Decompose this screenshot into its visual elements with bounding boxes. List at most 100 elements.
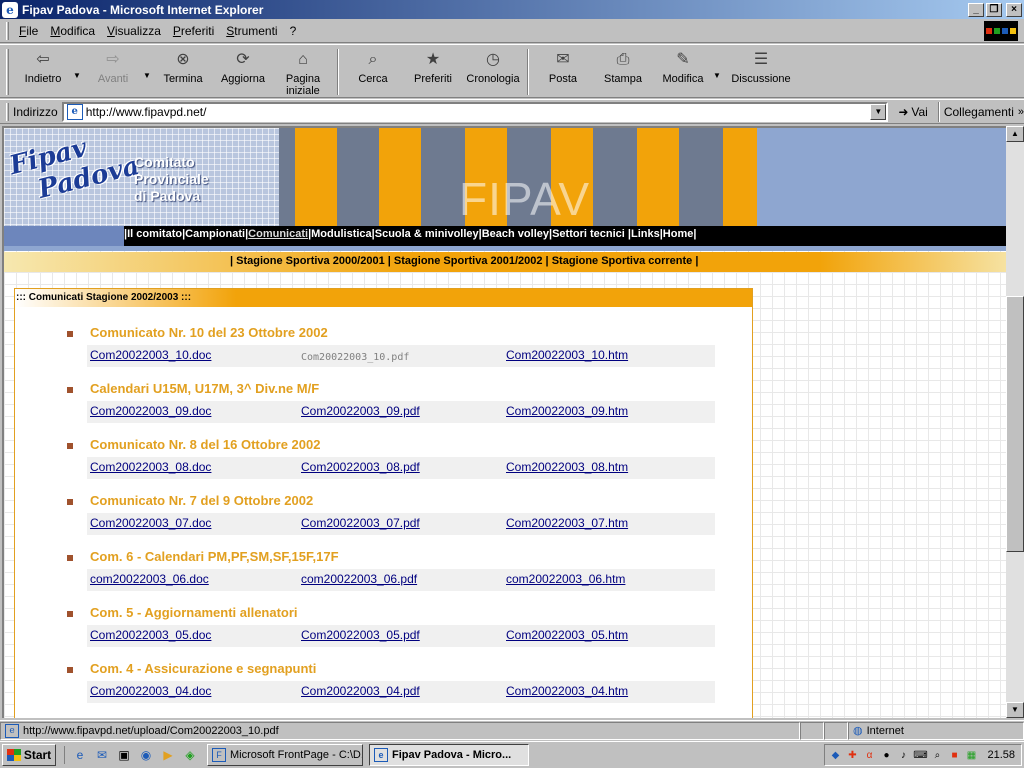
nav-scuola-minivolley[interactable]: Scuola & minivolley [375,228,479,240]
edit-button[interactable]: ✎ Modifica [653,45,713,86]
doc-link[interactable]: Com20022003_07.doc [90,516,211,530]
window-title-bar[interactable]: e Fipav Padova - Microsoft Internet Expl… [0,0,1024,19]
mail-button[interactable]: ✉ Posta [533,45,593,86]
back-button[interactable]: ⇦ Indietro [13,45,73,86]
menu-help[interactable]: ? [284,24,303,38]
scroll-thumb[interactable] [1006,296,1024,552]
channels-quicklaunch-icon[interactable]: ◉ [137,746,155,764]
doc-link[interactable]: Com20022003_08.doc [90,460,211,474]
pdf-link[interactable]: Com20022003_10.pdf [301,352,409,363]
stop-icon: ⊗ [176,51,190,68]
menu-view[interactable]: Visualizza [101,24,167,38]
task-fipav-padova[interactable]: e Fipav Padova - Micro... [369,744,529,766]
menu-file[interactable]: File [13,24,44,38]
address-dropdown[interactable]: ▼ [870,103,887,120]
clock[interactable]: 21.58 [987,749,1015,761]
refresh-button[interactable]: ⟳ Aggiorna [213,45,273,86]
nav-home[interactable]: Home [663,228,694,240]
tray-app-icon[interactable]: α [862,748,876,762]
speaker-icon[interactable]: ♪ [896,748,910,762]
edit-dropdown[interactable]: ▼ [713,45,723,80]
stop-button[interactable]: ⊗ Termina [153,45,213,86]
magnifier-icon[interactable]: ⌕ [930,748,944,762]
scroll-up-button[interactable]: ▲ [1006,126,1024,142]
pdf-link[interactable]: Com20022003_08.pdf [301,460,420,474]
htm-link[interactable]: Com20022003_09.htm [506,404,628,418]
forward-dropdown[interactable]: ▼ [143,45,153,80]
menu-bar: File Modifica Visualizza Preferiti Strum… [0,19,1024,43]
status-url: e http://www.fipavpd.net/upload/Com20022… [0,721,800,740]
season-2000-2001-link[interactable]: Stagione Sportiva 2000/2001 [236,255,385,267]
shield-icon[interactable]: ◆ [828,748,842,762]
menu-tools[interactable]: Strumenti [220,24,283,38]
pdf-link[interactable]: Com20022003_04.pdf [301,684,420,698]
maximize-button[interactable]: ❐ [986,2,1002,17]
doc-link[interactable]: Com20022003_09.doc [90,404,211,418]
discuss-button[interactable]: ☰ Discussione [723,45,799,86]
links-button[interactable]: Collegamenti [944,105,1014,119]
nav-modulistica[interactable]: Modulistica [311,228,372,240]
tray-app-icon[interactable]: ● [879,748,893,762]
discuss-icon: ☰ [753,51,769,68]
status-bar: e http://www.fipavpd.net/upload/Com20022… [0,720,1024,740]
ie-quicklaunch-icon[interactable]: e [71,746,89,764]
season-current-link[interactable]: Stagione Sportiva corrente [552,255,693,267]
nav-campionati[interactable]: Campionati [185,228,245,240]
menu-grip[interactable] [6,21,9,40]
address-input[interactable] [85,104,871,119]
history-button[interactable]: ◷ Cronologia [463,45,523,86]
chevron-right-icon[interactable]: » [1018,106,1024,118]
desktop-quicklaunch-icon[interactable]: ▣ [115,746,133,764]
htm-link[interactable]: Com20022003_08.htm [506,460,628,474]
htm-link[interactable]: Com20022003_04.htm [506,684,628,698]
nav-comunicati[interactable]: Comunicati [248,228,308,240]
scroll-down-button[interactable]: ▼ [1006,702,1024,718]
htm-link[interactable]: com20022003_06.htm [506,572,625,586]
nav-links[interactable]: Links [631,228,660,240]
htm-link[interactable]: Com20022003_05.htm [506,628,628,642]
nav-beach-volley[interactable]: Beach volley [482,228,549,240]
keyboard-icon[interactable]: ⌨ [913,748,927,762]
tray-app-icon[interactable]: ✚ [845,748,859,762]
tray-app-icon[interactable]: ■ [947,748,961,762]
print-button[interactable]: ⎙ Stampa [593,45,653,86]
media-quicklaunch-icon[interactable]: ▶ [159,746,177,764]
address-grip[interactable] [6,102,9,121]
minimize-button[interactable]: _ [968,2,984,17]
vertical-scrollbar[interactable]: ▲ ▼ [1006,126,1024,718]
nav-settori-tecnici[interactable]: Settori tecnici [552,228,625,240]
forward-button[interactable]: ⇨ Avanti [83,45,143,86]
go-arrow-icon: ➜ [898,104,909,119]
close-button[interactable]: × [1006,2,1022,17]
htm-link[interactable]: Com20022003_10.htm [506,348,628,362]
pdf-link[interactable]: Com20022003_09.pdf [301,404,420,418]
search-button[interactable]: ⌕ Cerca [343,45,403,86]
doc-link[interactable]: Com20022003_04.doc [90,684,211,698]
back-arrow-icon: ⇦ [36,51,50,68]
toolbar-grip[interactable] [6,49,9,95]
go-button[interactable]: ➜ Vai [898,105,928,119]
app-quicklaunch-icon[interactable]: ◈ [181,746,199,764]
address-field[interactable]: e ▼ [61,101,889,122]
doc-link[interactable]: com20022003_06.doc [90,572,209,586]
doc-link[interactable]: Com20022003_05.doc [90,628,211,642]
pdf-link[interactable]: Com20022003_07.pdf [301,516,420,530]
pdf-link[interactable]: com20022003_06.pdf [301,572,417,586]
page-icon: e [66,103,83,120]
pdf-link[interactable]: Com20022003_05.pdf [301,628,420,642]
menu-favorites[interactable]: Preferiti [167,24,220,38]
menu-edit[interactable]: Modifica [44,24,101,38]
start-button[interactable]: Start [2,744,56,766]
back-dropdown[interactable]: ▼ [73,45,83,80]
task-frontpage[interactable]: F Microsoft FrontPage - C:\D... [207,744,363,766]
nav-il-comitato[interactable]: Il comitato [127,228,182,240]
htm-link[interactable]: Com20022003_07.htm [506,516,628,530]
favorites-button[interactable]: ★ Preferiti [403,45,463,86]
doc-link[interactable]: Com20022003_10.doc [90,348,211,362]
network-icon[interactable]: ▦ [964,748,978,762]
fipav-padova-logo[interactable]: Fipav Padova [7,128,143,210]
home-button[interactable]: ⌂ Pagina iniziale [273,45,333,98]
list-item: Com. 5 - Aggiornamenti allenatori Com200… [15,597,754,653]
season-2001-2002-link[interactable]: Stagione Sportiva 2001/2002 [394,255,543,267]
outlook-quicklaunch-icon[interactable]: ✉ [93,746,111,764]
